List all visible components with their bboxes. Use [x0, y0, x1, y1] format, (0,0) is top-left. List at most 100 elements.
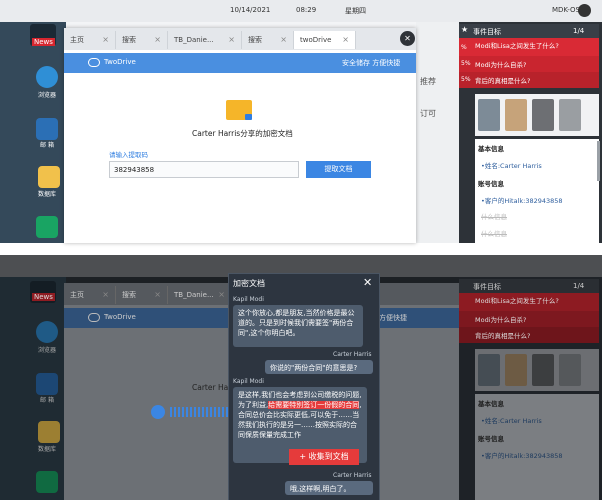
objective-item[interactable]: Modi和Lisa之间发生了什么? — [459, 293, 599, 311]
avatar[interactable] — [478, 354, 500, 386]
modal-close-icon[interactable]: ✕ — [363, 276, 372, 289]
drive-tagline: 方便快捷 — [379, 314, 407, 322]
extract-button-label: 提取文档 — [324, 165, 353, 173]
name-item[interactable]: •姓名:Carter Harris — [481, 415, 542, 425]
right-header: 事件目标 1/4 — [459, 279, 599, 293]
objectives-count: 1/4 — [573, 282, 585, 290]
account-item[interactable]: •客户的Hitalk:382943858 — [481, 195, 563, 205]
database-icon[interactable] — [38, 421, 60, 443]
objective-item[interactable]: 背后的真相是什么? — [459, 327, 599, 343]
code-input-value: 382943858 — [114, 166, 155, 174]
tab-close-icon[interactable]: × — [154, 31, 161, 49]
close-window-button[interactable]: ✕ — [400, 31, 415, 46]
news-label: News — [32, 293, 55, 301]
avatar[interactable] — [505, 354, 527, 386]
star-icon: ★ — [461, 25, 469, 34]
tab-tb-daniel[interactable]: TB_Danie... × — [168, 31, 242, 49]
info-panel — [475, 394, 599, 500]
shield-icon[interactable] — [36, 216, 58, 238]
tab-tb-daniel[interactable]: TB_Danie... × — [168, 286, 232, 304]
browser-label: 浏览器 — [37, 347, 56, 354]
modal-title: 加密文档 — [233, 279, 265, 288]
tab-home[interactable]: 主页 × — [64, 31, 116, 49]
objectives-count: 1/4 — [573, 27, 585, 35]
account-item[interactable]: •客户的Hitalk:382943858 — [481, 450, 563, 460]
browser-icon[interactable] — [36, 321, 58, 343]
objective-text: 背后的真相是什么? — [475, 77, 531, 85]
basic-info-title: 基本信息 — [478, 145, 504, 153]
objective-item[interactable]: Modi和Lisa之间发生了什么? — [459, 38, 599, 56]
tab-close-icon[interactable]: × — [154, 286, 161, 304]
objective-item[interactable]: 背后的真相是什么? — [459, 72, 599, 88]
tab-close-icon[interactable]: × — [342, 31, 349, 49]
objective-item[interactable]: Modi为什么自杀? — [459, 56, 599, 72]
tab-close-icon[interactable]: × — [218, 286, 225, 304]
tab-search-2[interactable]: 搜索 × — [242, 31, 294, 49]
tab-label: TB_Danie... — [174, 291, 214, 299]
drive-name: TwoDrive — [104, 58, 136, 66]
objective-text: 背后的真相是什么? — [475, 332, 531, 340]
tab-search[interactable]: 搜索 × — [116, 286, 168, 304]
message-text: 你说的"两份合同"的意思是? — [270, 364, 358, 372]
avatar[interactable] — [532, 354, 554, 386]
name-item[interactable]: •姓名:Carter Harris — [481, 160, 542, 170]
avatar[interactable] — [559, 354, 581, 386]
tab-close-icon[interactable]: × — [280, 31, 287, 49]
background-text-recommend: 推荐 — [420, 77, 436, 86]
tab-home[interactable]: 主页 × — [64, 286, 116, 304]
mail-label: 邮 箱 — [40, 397, 54, 404]
mail-label: 邮 箱 — [40, 142, 54, 149]
objectives-title: 事件目标 — [473, 283, 501, 291]
avatar[interactable] — [505, 99, 527, 131]
tab-close-icon[interactable]: × — [228, 31, 235, 49]
objective-text: Modi为什么自杀? — [475, 316, 527, 324]
status-weekday: 星期四 — [345, 7, 366, 15]
browser-label: 浏览器 — [37, 92, 56, 99]
drive-tagline: 安全储存 方便快捷 — [342, 59, 401, 67]
browser-icon[interactable] — [36, 66, 58, 88]
database-icon[interactable] — [38, 166, 60, 188]
mail-icon[interactable] — [36, 118, 58, 140]
drive-header: TwoDrive 安全储存 方便快捷 — [64, 53, 416, 73]
eye-icon[interactable] — [578, 4, 591, 17]
objectives-title: 事件目标 — [473, 28, 501, 36]
extract-button[interactable]: 提取文档 — [306, 161, 371, 178]
basic-info-title: 基本信息 — [478, 400, 504, 408]
tab-search-1[interactable]: 搜索 × — [116, 31, 168, 49]
tab-label: 主页 — [70, 36, 84, 44]
message-speaker: Kapil Modi — [233, 296, 264, 303]
avatar[interactable] — [559, 99, 581, 131]
scrollbar[interactable] — [597, 141, 600, 181]
mail-icon[interactable] — [36, 373, 58, 395]
lock-icon — [245, 114, 252, 120]
message-bubble: 这个你放心,都是朋友,当然价格是最公道的。只是到时候我们需要签"两份合同",这个… — [233, 305, 363, 347]
audio-waveform — [170, 407, 230, 417]
tab-label: twoDrive — [300, 36, 332, 44]
objective-text: Modi为什么自杀? — [475, 61, 527, 69]
tab-close-icon[interactable]: × — [102, 31, 109, 49]
tab-bar: 主页 × 搜索 × TB_Danie... × 搜索 × twoDrive × — [64, 28, 416, 50]
objective-item[interactable]: Modi为什么自杀? — [459, 311, 599, 327]
browser-window: 主页 × 搜索 × TB_Danie... × 搜索 × twoDrive × ✕ Two… — [64, 28, 416, 243]
avatar[interactable] — [478, 99, 500, 131]
struck-item: 什么信息 — [481, 230, 507, 238]
shield-icon[interactable] — [36, 471, 58, 493]
code-input[interactable]: 382943858 — [109, 161, 299, 178]
message-text: 哦,这样啊,明白了。 — [290, 485, 351, 493]
highlighted-text[interactable]: 给需要特别签订一份假的合同 — [268, 401, 360, 409]
percent-label: 5% — [461, 60, 471, 67]
percent-label: 5% — [461, 76, 471, 83]
play-icon[interactable] — [151, 405, 165, 419]
drive-name: TwoDrive — [104, 313, 136, 321]
tab-twodrive[interactable]: twoDrive × — [294, 31, 356, 49]
tab-label: 主页 — [70, 291, 84, 299]
avatar[interactable] — [532, 99, 554, 131]
tab-close-icon[interactable]: × — [102, 286, 109, 304]
tab-label: 搜索 — [248, 36, 262, 44]
top-screenshot: 10/14/2021 08:29 星期四 MDK-OS News 浏览器 邮 箱… — [0, 0, 602, 243]
message-speaker: Kapil Modi — [233, 378, 264, 385]
objective-text: Modi和Lisa之间发生了什么? — [475, 297, 559, 305]
database-label: 数据库 — [37, 191, 56, 198]
collect-to-doc-button[interactable]: + 收集到文档 — [289, 449, 359, 465]
cloud-icon — [88, 313, 100, 322]
